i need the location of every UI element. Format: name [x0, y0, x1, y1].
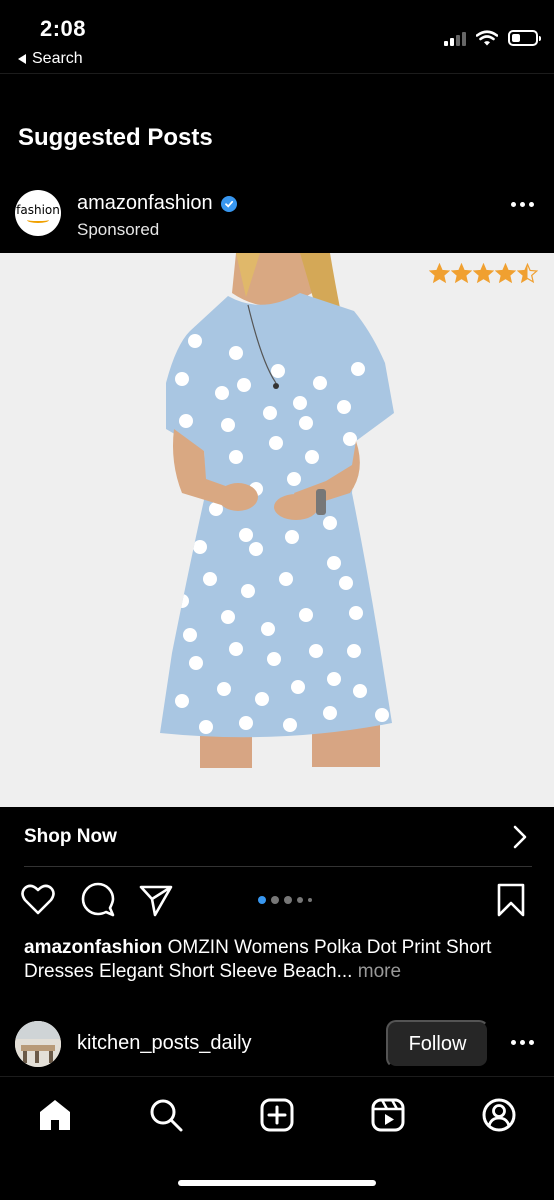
product-image[interactable]: [0, 253, 554, 807]
carousel-dot: [308, 898, 312, 902]
next-post-options-icon[interactable]: [511, 1040, 534, 1045]
share-icon[interactable]: [138, 882, 174, 918]
rating-stars: [429, 263, 538, 284]
header-divider: [0, 73, 554, 74]
cellular-signal-icon: [444, 30, 466, 46]
sponsored-label: Sponsored: [77, 220, 160, 239]
status-icons: [444, 30, 541, 46]
star-icon: [429, 263, 450, 284]
status-time: 2:08: [40, 16, 87, 41]
follow-button[interactable]: Follow: [386, 1020, 489, 1068]
post-username-row[interactable]: amazonfashion: [77, 192, 237, 215]
next-post-header: kitchen_posts_daily Follow: [0, 1018, 554, 1072]
star-icon: [517, 263, 538, 284]
home-indicator: [178, 1180, 376, 1186]
search-icon[interactable]: [148, 1097, 184, 1133]
next-post-avatar[interactable]: [15, 1021, 61, 1067]
brand-avatar[interactable]: fashion: [15, 190, 61, 236]
star-icon: [495, 263, 516, 284]
post-caption[interactable]: amazonfashion OMZIN Womens Polka Dot Pri…: [24, 936, 534, 984]
post-options-icon[interactable]: [511, 202, 534, 207]
comment-icon[interactable]: [80, 882, 116, 918]
chevron-right-icon: [513, 825, 527, 849]
shop-now-divider: [24, 866, 532, 867]
shop-now-label: Shop Now: [24, 826, 117, 847]
post-header: fashion amazonfashion Sponsored: [0, 186, 554, 246]
back-to-app-label: Search: [32, 50, 83, 67]
next-post-username[interactable]: kitchen_posts_daily: [77, 1032, 252, 1055]
caption-username[interactable]: amazonfashion: [24, 937, 162, 958]
reels-icon[interactable]: [370, 1097, 406, 1133]
status-bar: 2:08 Search: [0, 0, 554, 74]
shop-now-bar[interactable]: Shop Now: [0, 807, 554, 867]
back-arrow-icon: [18, 54, 26, 64]
section-title: Suggested Posts: [18, 124, 213, 151]
create-icon[interactable]: [259, 1097, 295, 1133]
home-icon[interactable]: [37, 1097, 73, 1133]
carousel-dot: [258, 896, 266, 904]
post-username: amazonfashion: [77, 192, 213, 214]
star-icon: [451, 263, 472, 284]
battery-icon: [508, 30, 541, 46]
bookmark-icon[interactable]: [494, 882, 528, 918]
caption-more-link[interactable]: more: [358, 961, 401, 982]
profile-icon[interactable]: [481, 1097, 517, 1133]
post-actions: [0, 882, 554, 924]
star-icon: [473, 263, 494, 284]
carousel-dot: [284, 896, 292, 904]
dress-photo: [160, 253, 394, 768]
carousel-dot: [271, 896, 279, 904]
wifi-icon: [476, 30, 498, 46]
avatar-wordmark: fashion: [16, 202, 60, 217]
verified-badge-icon: [220, 195, 237, 212]
back-to-app-link[interactable]: Search: [18, 50, 83, 68]
carousel-indicator: [258, 896, 312, 904]
amazon-smile-logo: [27, 217, 49, 223]
heart-icon[interactable]: [20, 882, 56, 918]
carousel-dot: [297, 897, 303, 903]
